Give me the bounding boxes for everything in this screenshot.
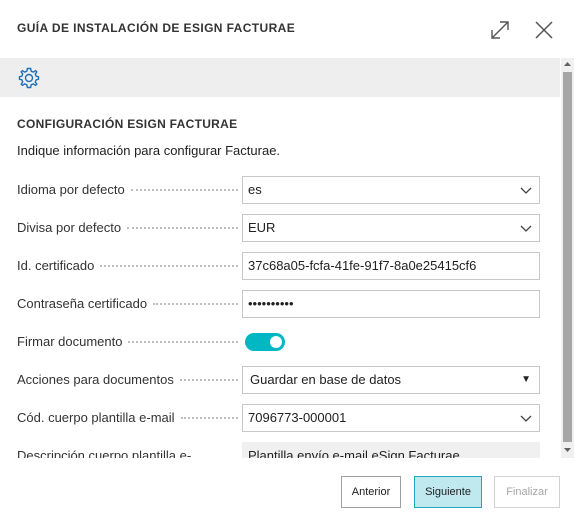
label-dots	[130, 182, 238, 191]
label-dots	[179, 372, 238, 381]
row-certificado: Id. certificado 37c68a05-fcfa-41fe-91f7-…	[0, 252, 560, 280]
acciones-select[interactable]: Guardar en base de datos ▼	[242, 366, 540, 394]
expand-button[interactable]	[487, 17, 513, 43]
scroll-up-arrow-icon[interactable]	[563, 60, 572, 68]
field-label: Acciones para documentos	[17, 372, 242, 387]
firmar-label: Firmar documento	[17, 334, 123, 349]
previous-button[interactable]: Anterior	[341, 476, 401, 508]
cod-cuerpo-value: 7096773-000001	[248, 410, 347, 425]
descripcion-label: Descripción cuerpo plantilla e-	[17, 448, 192, 458]
row-descripcion: Descripción cuerpo plantilla e- Plantill…	[0, 442, 560, 458]
label-dots	[100, 258, 238, 267]
descripcion-field: Plantilla envío e-mail eSign Facturae	[242, 442, 540, 458]
certificado-value: 37c68a05-fcfa-41fe-91f7-8a0e25415cf6	[248, 258, 477, 273]
contrasena-value: ••••••••••	[248, 296, 294, 311]
row-divisa: Divisa por defecto EUR	[0, 214, 560, 242]
label-dots	[127, 220, 238, 229]
dialog-title: GUÍA DE INSTALACIÓN DE ESIGN FACTURAE	[17, 21, 296, 35]
field-label: Idioma por defecto	[17, 182, 242, 197]
descripcion-value: Plantilla envío e-mail eSign Facturae	[248, 448, 460, 458]
certificado-label: Id. certificado	[17, 258, 95, 273]
chevron-down-icon	[520, 415, 532, 422]
label-dots	[180, 410, 238, 419]
toolbar	[0, 58, 560, 97]
scroll-down-arrow-icon[interactable]	[563, 446, 572, 454]
row-firmar: Firmar documento	[0, 328, 560, 356]
idioma-select[interactable]: es	[242, 176, 540, 204]
divisa-label: Divisa por defecto	[17, 220, 122, 235]
chevron-down-icon	[520, 187, 532, 194]
row-contrasena: Contraseña certificado ••••••••••	[0, 290, 560, 318]
label-dots	[153, 296, 238, 305]
field-label: Divisa por defecto	[17, 220, 242, 235]
field-label: Cód. cuerpo plantilla e-mail	[17, 410, 242, 425]
scroll-thumb[interactable]	[563, 72, 572, 442]
acciones-value: Guardar en base de datos	[250, 372, 402, 387]
row-acciones: Acciones para documentos Guardar en base…	[0, 366, 560, 394]
contrasena-input[interactable]: ••••••••••	[242, 290, 540, 318]
field-label: Descripción cuerpo plantilla e-	[17, 448, 242, 458]
label-dots	[128, 334, 238, 343]
gear-icon[interactable]	[17, 66, 41, 90]
field-label: Contraseña certificado	[17, 296, 242, 311]
acciones-label: Acciones para documentos	[17, 372, 174, 387]
close-icon	[535, 21, 553, 39]
cod-cuerpo-label: Cód. cuerpo plantilla e-mail	[17, 410, 175, 425]
certificado-input[interactable]: 37c68a05-fcfa-41fe-91f7-8a0e25415cf6	[242, 252, 540, 280]
dropdown-triangle-icon: ▼	[521, 374, 531, 385]
row-idioma: Idioma por defecto es	[0, 176, 560, 204]
divisa-select[interactable]: EUR	[242, 214, 540, 242]
dialog-header: GUÍA DE INSTALACIÓN DE ESIGN FACTURAE	[0, 0, 574, 58]
toggle-knob	[270, 336, 282, 348]
section-intro: Indique información para configurar Fact…	[17, 143, 281, 158]
cod-cuerpo-select[interactable]: 7096773-000001	[242, 404, 540, 432]
field-label: Id. certificado	[17, 258, 242, 273]
divisa-value: EUR	[248, 220, 276, 235]
expand-arrows-icon	[491, 21, 509, 39]
dialog-footer: Anterior Siguiente Finalizar	[0, 458, 574, 524]
vertical-scrollbar[interactable]	[561, 58, 574, 458]
idioma-value: es	[248, 182, 262, 197]
firmar-toggle[interactable]	[245, 333, 285, 351]
row-cod-cuerpo: Cód. cuerpo plantilla e-mail 7096773-000…	[0, 404, 560, 432]
chevron-down-icon	[520, 225, 532, 232]
finish-button[interactable]: Finalizar	[494, 476, 560, 508]
idioma-label: Idioma por defecto	[17, 182, 125, 197]
section-title: CONFIGURACIÓN ESIGN FACTURAE	[17, 117, 238, 131]
field-label: Firmar documento	[17, 334, 242, 349]
contrasena-label: Contraseña certificado	[17, 296, 148, 311]
close-button[interactable]	[531, 17, 557, 43]
form-content: CONFIGURACIÓN ESIGN FACTURAE Indique inf…	[0, 97, 560, 458]
next-button[interactable]: Siguiente	[414, 476, 482, 508]
